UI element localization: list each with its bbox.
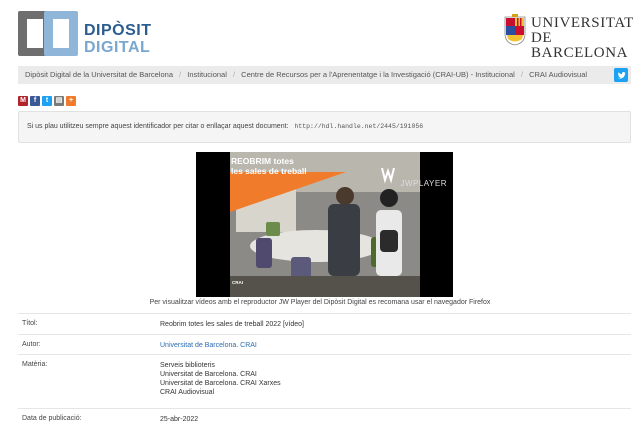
university-name: UNIVERSITAT DE BARCELONA: [531, 16, 634, 61]
logo-text[interactable]: DIPÒSIT DIGITAL: [84, 22, 152, 56]
subject-item[interactable]: Serveis biblioteris: [160, 361, 281, 370]
handle-url[interactable]: http://hdl.handle.net/2445/191056: [294, 123, 423, 130]
breadcrumb-item-home[interactable]: Dipòsit Digital de la Universitat de Bar…: [25, 70, 173, 79]
author-label: Autor:: [22, 341, 41, 348]
breadcrumb-separator: /: [179, 70, 182, 79]
video-title-line-2: les sales de treball: [231, 166, 307, 176]
date-value: 25-abr-2022: [160, 416, 199, 423]
subject-item[interactable]: Universitat de Barcelona. CRAI: [160, 370, 281, 379]
subject-label: Matèria:: [22, 361, 48, 368]
logo-line-2: DIGITAL: [84, 39, 151, 56]
breadcrumb-separator: /: [232, 70, 236, 79]
site-header: DIPÒSIT DIGITAL UNIVERSITAT DE BARCELONA: [0, 0, 640, 64]
video-title-line-1: REOBRIM totes: [231, 156, 294, 166]
print-icon[interactable]: ▤: [54, 96, 64, 106]
subject-values: Serveis biblioteris Universitat de Barce…: [160, 361, 281, 397]
metadata-table: Títol: Reobrim totes les sales de trebal…: [18, 313, 631, 428]
breadcrumb-item-institucional[interactable]: Institucional: [187, 70, 227, 79]
table-row-subject: Matèria: Serveis biblioteris Universitat…: [18, 354, 631, 408]
plus-icon[interactable]: +: [66, 96, 76, 106]
share-bar: M f t ▤ +: [18, 96, 76, 106]
breadcrumb: Dipòsit Digital de la Universitat de Bar…: [18, 66, 631, 84]
university-logo[interactable]: UNIVERSITAT DE BARCELONA: [504, 14, 633, 61]
university-line-1: UNIVERSITAT DE: [531, 15, 634, 46]
table-row-title: Títol: Reobrim totes les sales de trebal…: [18, 313, 631, 334]
breadcrumb-separator: /: [520, 70, 523, 79]
video-player[interactable]: REOBRIM totes les sales de treball JWPLA…: [196, 152, 453, 297]
handle-text: Si us plau utilitzeu sempre aquest ident…: [27, 123, 289, 130]
university-shield-icon: [504, 14, 526, 46]
title-label: Títol:: [22, 320, 38, 327]
date-label: Data de publicació:: [22, 415, 82, 422]
video-note: Per visualitzar vídeos amb el reproducto…: [149, 299, 491, 306]
table-row-date: Data de publicació: 25-abr-2022: [18, 408, 631, 428]
title-value: Reobrim totes les sales de treball 2022 …: [160, 321, 304, 328]
mendeley-icon[interactable]: M: [18, 96, 28, 106]
table-row-author: Autor: Universitat de Barcelona. CRAI: [18, 334, 631, 354]
twitter-icon[interactable]: [614, 68, 628, 82]
twitter-share-icon[interactable]: t: [42, 96, 52, 106]
diposit-digital-logo-icon[interactable]: [18, 11, 78, 56]
subject-item[interactable]: CRAI Audiovisual: [160, 388, 281, 397]
video-title-overlay: REOBRIM totes les sales de treball: [231, 156, 307, 176]
author-link[interactable]: Universitat de Barcelona. CRAI: [160, 341, 257, 350]
handle-notice: Si us plau utilitzeu sempre aquest ident…: [18, 111, 631, 143]
facebook-icon[interactable]: f: [30, 96, 40, 106]
logo-line-1: DIPÒSIT: [84, 22, 152, 39]
crai-watermark: CRAI: [232, 280, 243, 285]
breadcrumb-item-crai-ub[interactable]: Centre de Recursos per a l'Aprenentatge …: [241, 70, 515, 79]
university-line-2: BARCELONA: [531, 45, 629, 61]
breadcrumb-item-crai-audiovisual[interactable]: CRAI Audiovisual: [529, 70, 587, 79]
jwplayer-watermark: JWPLAYER: [400, 179, 447, 188]
subject-item[interactable]: Universitat de Barcelona. CRAI Xarxes: [160, 379, 281, 388]
